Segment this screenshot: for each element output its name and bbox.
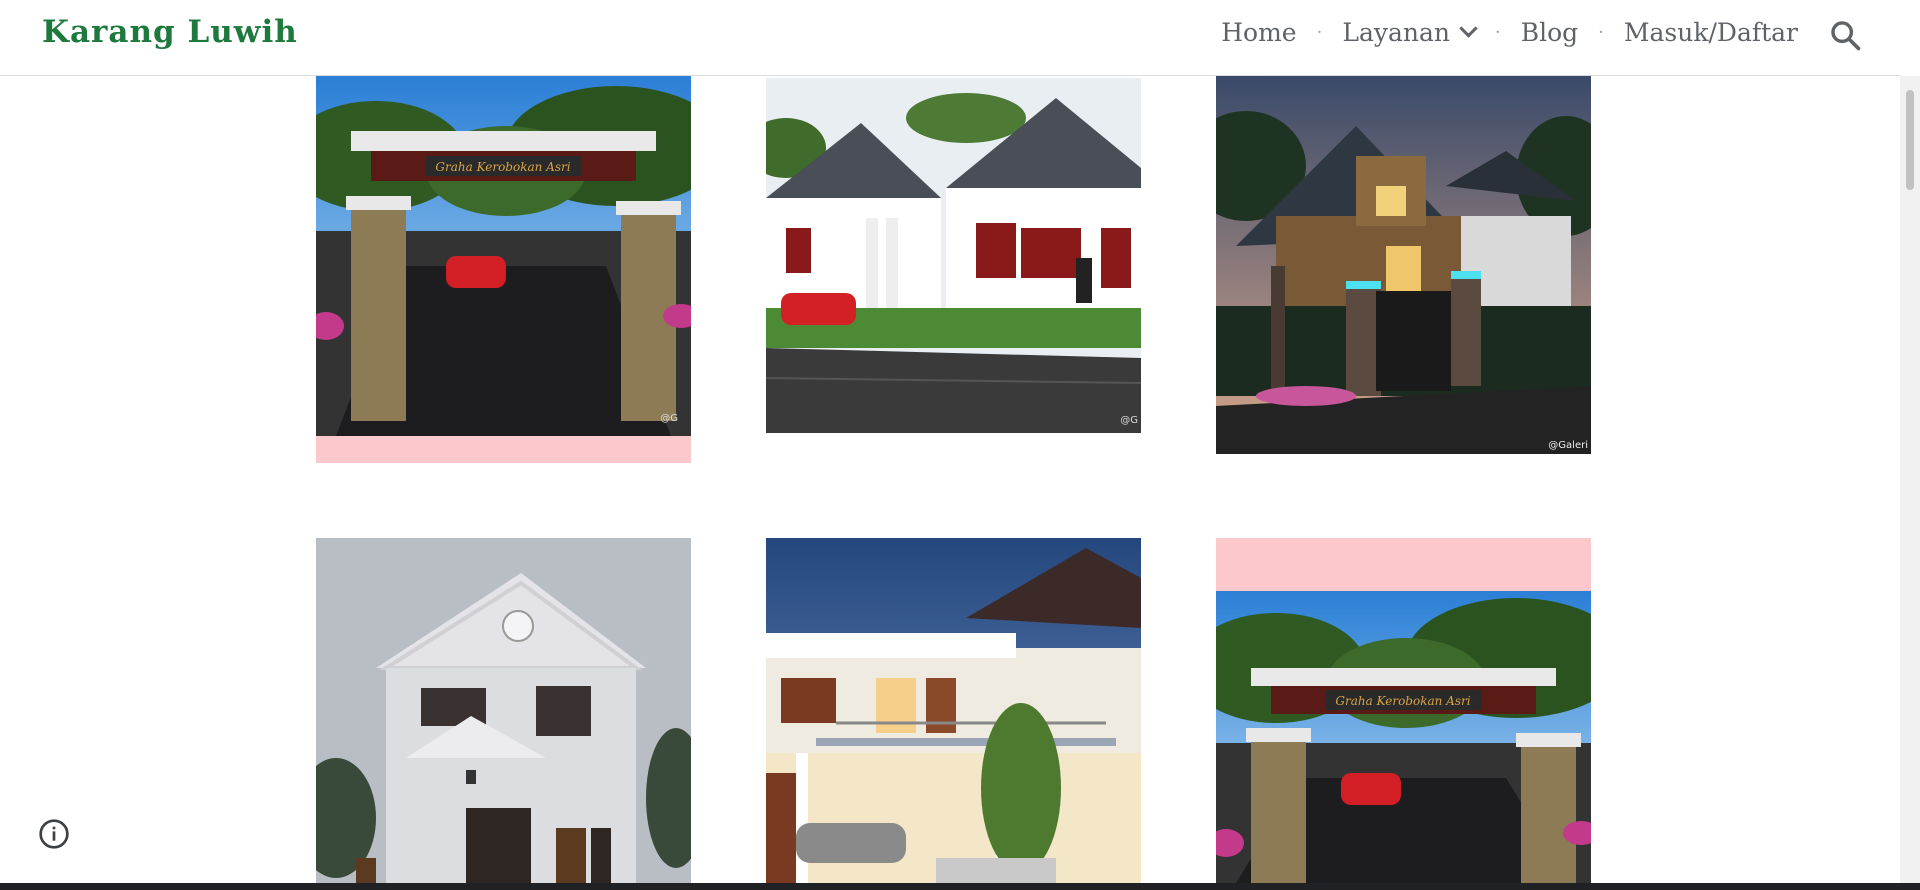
info-icon[interactable] [38, 818, 70, 850]
gate-sign-text-2: Graha Kerobokan Asri [1335, 694, 1470, 708]
site-title[interactable]: Karang Luwih [42, 14, 298, 50]
gallery-image-white-house[interactable] [316, 538, 691, 883]
site-header: Karang Luwih Home · Layanan · Blog · Mas… [0, 0, 1900, 76]
search-icon[interactable] [1828, 18, 1862, 52]
gallery-image-houses[interactable]: @G [766, 78, 1141, 433]
gallery-image-modern-house[interactable] [766, 538, 1141, 883]
bottom-edge [0, 883, 1920, 890]
nav-item-layanan[interactable]: Layanan [1342, 18, 1478, 47]
scrollbar-thumb[interactable] [1906, 90, 1914, 190]
chevron-down-icon[interactable] [1459, 19, 1478, 38]
gallery-image-gate[interactable]: Graha Kerobokan Asri @G [316, 76, 691, 463]
gallery-image-cottage[interactable]: @Galeri [1216, 76, 1591, 454]
nav-item-layanan-label: Layanan [1342, 18, 1450, 47]
svg-text:@G: @G [660, 413, 678, 424]
page-scrollbar[interactable] [1900, 76, 1920, 883]
nav-separator: · [1495, 22, 1501, 43]
nav-separator: · [1316, 22, 1323, 43]
gate-sign-text: Graha Kerobokan Asri [435, 160, 570, 174]
main-nav: Home · Layanan · Blog · Masuk/Daftar [1221, 18, 1798, 47]
nav-item-login[interactable]: Masuk/Daftar [1624, 18, 1798, 47]
watermark-text: @Galeri [1548, 440, 1588, 451]
svg-text:@G: @G [1120, 415, 1138, 426]
nav-separator: · [1598, 22, 1604, 43]
nav-item-home[interactable]: Home [1221, 18, 1296, 47]
gallery-image-gate-2[interactable]: Graha Kerobokan Asri [1216, 538, 1591, 883]
nav-item-blog[interactable]: Blog [1521, 18, 1578, 47]
